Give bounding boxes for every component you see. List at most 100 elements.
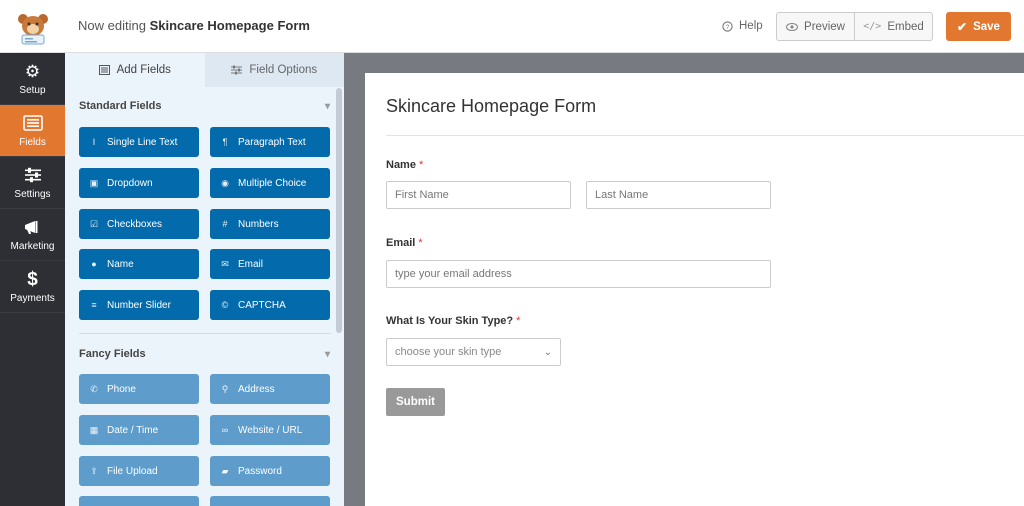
first-name-input[interactable]: First Name [386, 181, 571, 209]
tab-add-fields[interactable]: Add Fields [65, 53, 205, 87]
field-button-partial[interactable] [79, 496, 199, 506]
left-navigation: ⚙ Setup Fields Settings Marketing $ Paym… [0, 53, 65, 506]
field-button-email[interactable]: ✉ Email [210, 249, 330, 279]
field-label: CAPTCHA [238, 299, 286, 311]
field-button-numbers[interactable]: # Numbers [210, 209, 330, 239]
field-label: Address [238, 383, 275, 395]
nav-label: Settings [14, 189, 51, 200]
last-name-input[interactable]: Last Name [586, 181, 771, 209]
calendar-icon: ▦ [89, 424, 99, 435]
field-button-single-line-text[interactable]: Ⅰ Single Line Text [79, 127, 199, 157]
preview-button[interactable]: Preview [777, 13, 854, 40]
tab-field-options[interactable]: Field Options [204, 53, 344, 87]
submit-label: Submit [396, 396, 435, 408]
embed-button[interactable]: </> Embed [854, 13, 932, 40]
label-text: Name [386, 159, 416, 171]
captcha-icon: © [221, 300, 229, 310]
panel-scrollbar[interactable] [336, 88, 342, 333]
field-button-captcha[interactable]: © CAPTCHA [210, 290, 330, 320]
chevron-down-icon: ▾ [324, 348, 330, 360]
top-bar: Now editing Skincare Homepage Form ? Hel… [0, 0, 1024, 53]
form-preview-card [365, 73, 1024, 506]
hash-icon: # [222, 219, 228, 229]
section-divider [79, 333, 331, 334]
field-label: Website / URL [238, 424, 303, 436]
field-label: Multiple Choice [238, 177, 307, 189]
sliders-icon [23, 165, 43, 185]
placeholder-text: type your email address [395, 268, 512, 280]
field-button-address[interactable]: ⚲ Address [210, 374, 330, 404]
megaphone-icon [23, 217, 43, 237]
field-button-multiple-choice[interactable]: ◉ Multiple Choice [210, 168, 330, 198]
field-label: File Upload [107, 465, 158, 477]
field-label: Paragraph Text [238, 136, 306, 148]
field-button-password[interactable]: ▰ Password [210, 456, 330, 486]
link-icon: ∞ [221, 425, 229, 435]
form-name: Skincare Homepage Form [149, 18, 310, 33]
field-label: Phone [107, 383, 136, 395]
required-mark: * [418, 237, 423, 249]
submit-button[interactable]: Submit [386, 388, 445, 416]
skin-type-select[interactable]: choose your skin type ⌄ [386, 338, 561, 366]
section-title: Fancy Fields [79, 348, 146, 360]
fancy-fields-header[interactable]: Fancy Fields ▾ [79, 348, 330, 360]
panel-tabs: Add Fields Field Options [65, 53, 344, 87]
help-link[interactable]: ? Help [722, 20, 763, 32]
nav-item-setup[interactable]: ⚙ Setup [0, 53, 65, 105]
field-button-phone[interactable]: ✆ Phone [79, 374, 199, 404]
field-button-name[interactable]: ● Name [79, 249, 199, 279]
field-button-checkboxes[interactable]: ☑ Checkboxes [79, 209, 199, 239]
label-text: Email [386, 237, 416, 249]
chevron-down-icon: ▾ [324, 100, 330, 112]
user-icon: ● [91, 259, 97, 269]
help-label: Help [739, 20, 763, 32]
placeholder-text: choose your skin type [395, 346, 502, 358]
upload-icon: ⇪ [90, 465, 98, 476]
paragraph-icon: ¶ [222, 137, 228, 147]
skin-type-field-label[interactable]: What Is Your Skin Type? * [386, 315, 520, 327]
nav-item-settings[interactable]: Settings [0, 157, 65, 209]
nav-label: Setup [19, 85, 46, 96]
label-text: What Is Your Skin Type? [386, 315, 514, 327]
editing-title: Now editing Skincare Homepage Form [78, 18, 310, 33]
slider-icon: ≡ [91, 300, 97, 310]
preview-embed-group: Preview </> Embed [776, 12, 933, 41]
section-title: Standard Fields [79, 100, 162, 112]
name-field-label[interactable]: Name * [386, 159, 423, 171]
field-button-website-url[interactable]: ∞ Website / URL [210, 415, 330, 445]
email-input[interactable]: type your email address [386, 260, 771, 288]
phone-icon: ✆ [90, 383, 98, 394]
nav-item-payments[interactable]: $ Payments [0, 261, 65, 313]
standard-fields-header[interactable]: Standard Fields ▾ [79, 100, 330, 112]
lock-icon: ▰ [221, 465, 229, 476]
required-mark: * [418, 159, 424, 171]
email-field-label[interactable]: Email * [386, 237, 423, 249]
nav-label: Marketing [10, 241, 55, 252]
preview-label: Preview [804, 20, 845, 33]
field-label: Numbers [238, 218, 279, 230]
field-button-number-slider[interactable]: ≡ Number Slider [79, 290, 199, 320]
tab-label: Field Options [249, 64, 318, 76]
check-icon: ✔ [957, 19, 968, 34]
envelope-icon: ✉ [221, 258, 229, 269]
form-title: Skincare Homepage Form [386, 96, 597, 116]
wpforms-logo[interactable] [0, 0, 65, 53]
save-button[interactable]: ✔ Save [946, 12, 1011, 41]
field-button-file-upload[interactable]: ⇪ File Upload [79, 456, 199, 486]
field-button-date-time[interactable]: ▦ Date / Time [79, 415, 199, 445]
svg-text:?: ? [726, 23, 730, 30]
field-label: Checkboxes [107, 218, 163, 230]
question-circle-icon: ? [722, 20, 733, 32]
dollar-icon: $ [27, 268, 38, 290]
nav-item-marketing[interactable]: Marketing [0, 209, 65, 261]
save-label: Save [973, 20, 1000, 33]
nav-item-fields[interactable]: Fields [0, 105, 65, 157]
fields-icon [22, 113, 43, 133]
field-button-paragraph-text[interactable]: ¶ Paragraph Text [210, 127, 330, 157]
field-button-partial[interactable] [210, 496, 330, 506]
field-label: Name [107, 258, 134, 270]
field-label: Number Slider [107, 299, 171, 311]
text-cursor-icon: Ⅰ [92, 136, 96, 147]
nav-label: Payments [10, 293, 55, 304]
field-button-dropdown[interactable]: ▣ Dropdown [79, 168, 199, 198]
